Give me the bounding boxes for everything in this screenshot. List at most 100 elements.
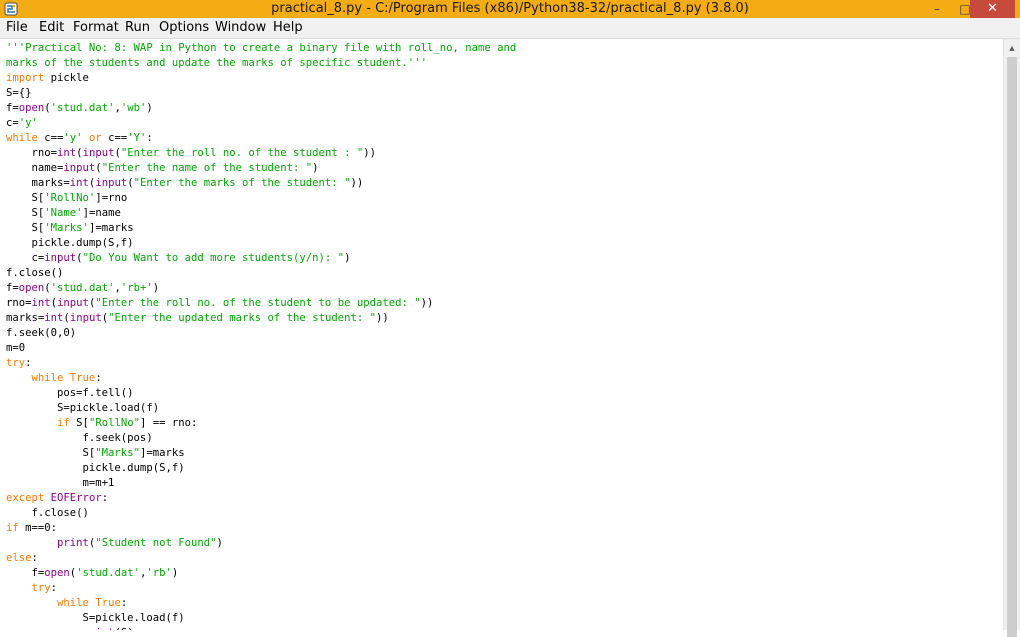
- code-token: f=: [6, 102, 19, 114]
- code-line[interactable]: while True:: [6, 371, 516, 386]
- code-token: S[: [6, 192, 45, 204]
- code-line[interactable]: print("Student not Found"): [6, 536, 516, 551]
- code-line[interactable]: if S["RollNo"] == rno:: [6, 416, 516, 431]
- code-token: S=pickle.load(f): [6, 402, 160, 414]
- code-line[interactable]: name=input("Enter the name of the studen…: [6, 161, 516, 176]
- scroll-up-arrow-icon[interactable]: ▲: [1004, 41, 1020, 55]
- code-line[interactable]: rno=int(input("Enter the roll no. of the…: [6, 296, 516, 311]
- close-button[interactable]: ✕: [970, 0, 1015, 18]
- code-line[interactable]: f=open('stud.dat','wb'): [6, 101, 516, 116]
- code-editor[interactable]: '''Practical No: 8: WAP in Python to cre…: [0, 39, 1003, 630]
- code-line[interactable]: S={}: [6, 86, 516, 101]
- code-token: "Enter the name of the student: ": [101, 162, 313, 174]
- code-line[interactable]: if m==0:: [6, 521, 516, 536]
- code-line[interactable]: pickle.dump(S,f): [6, 461, 516, 476]
- code-line[interactable]: S['Name']=name: [6, 206, 516, 221]
- code-token: "Enter the updated marks of the student:…: [108, 312, 376, 324]
- code-line[interactable]: f.close(): [6, 506, 516, 521]
- code-token: name=: [6, 162, 64, 174]
- code-token: S[: [6, 207, 45, 219]
- code-token: :: [101, 492, 109, 504]
- code-token: 'stud.dat': [50, 102, 115, 114]
- code-line[interactable]: try:: [6, 356, 516, 371]
- code-line[interactable]: while c=='y' or c=='Y':: [6, 131, 516, 146]
- code-token: f=: [6, 567, 45, 579]
- menu-edit[interactable]: Edit: [39, 18, 64, 38]
- code-token: marks=: [6, 312, 45, 324]
- code-token: c=: [6, 252, 45, 264]
- code-token: ): [152, 282, 160, 294]
- code-token: m=0: [6, 342, 26, 354]
- code-line[interactable]: m=m+1: [6, 476, 516, 491]
- code-token: '''Practical No: 8: WAP in Python to cre…: [6, 42, 517, 54]
- code-text[interactable]: '''Practical No: 8: WAP in Python to cre…: [6, 41, 516, 630]
- code-line[interactable]: marks=int(input("Enter the updated marks…: [6, 311, 516, 326]
- code-line[interactable]: S['Marks']=marks: [6, 221, 516, 236]
- code-token: ]=marks: [88, 222, 134, 234]
- code-token: else: [6, 552, 32, 564]
- code-line[interactable]: import pickle: [6, 71, 516, 86]
- code-token: int: [69, 177, 89, 189]
- code-line[interactable]: S['RollNo']=rno: [6, 191, 516, 206]
- code-token: S[: [6, 222, 45, 234]
- code-token: 'Y': [127, 132, 147, 144]
- code-line[interactable]: marks=int(input("Enter the marks of the …: [6, 176, 516, 191]
- code-token: input: [57, 297, 89, 309]
- code-line[interactable]: c=input("Do You Want to add more student…: [6, 251, 516, 266]
- code-token: 'stud.dat': [76, 567, 140, 579]
- code-token: pickle: [44, 72, 89, 84]
- code-token: )): [420, 297, 434, 309]
- code-token: 'y': [18, 117, 38, 129]
- code-token: 'rb': [146, 567, 172, 579]
- menu-help[interactable]: Help: [273, 18, 303, 38]
- code-token: True: [69, 372, 96, 384]
- vertical-scrollbar[interactable]: ▲: [1003, 39, 1020, 637]
- menu-file[interactable]: File: [6, 18, 28, 38]
- code-token: :: [95, 372, 102, 384]
- code-line[interactable]: marks of the students and update the mar…: [6, 56, 516, 71]
- code-line[interactable]: rno=int(input("Enter the roll no. of the…: [6, 146, 516, 161]
- menu-format[interactable]: Format: [73, 18, 119, 38]
- code-token: 'wb': [120, 102, 147, 114]
- code-line[interactable]: S["Marks"]=marks: [6, 446, 516, 461]
- code-token: ): [216, 537, 223, 549]
- code-token: input: [95, 177, 128, 189]
- code-token: or: [88, 132, 102, 144]
- code-token: pos=f.tell(): [6, 387, 134, 399]
- code-token: S[: [69, 417, 89, 429]
- code-line[interactable]: f.seek(0,0): [6, 326, 516, 341]
- code-token: open: [18, 282, 45, 294]
- code-token: marks=: [6, 177, 70, 189]
- code-line[interactable]: else:: [6, 551, 516, 566]
- code-line[interactable]: f=open('stud.dat','rb'): [6, 566, 516, 581]
- code-line[interactable]: f.close(): [6, 266, 516, 281]
- code-line[interactable]: m=0: [6, 341, 516, 356]
- minimize-button[interactable]: –: [924, 0, 950, 18]
- menu-window[interactable]: Window: [215, 18, 266, 38]
- code-token: f.close(): [6, 507, 89, 519]
- code-line[interactable]: try:: [6, 581, 516, 596]
- code-line[interactable]: f.seek(pos): [6, 431, 516, 446]
- code-line[interactable]: except EOFError:: [6, 491, 516, 506]
- menu-bar: File Edit Format Run Options Window Help: [0, 18, 1020, 39]
- code-line[interactable]: '''Practical No: 8: WAP in Python to cre…: [6, 41, 516, 56]
- code-line[interactable]: f=open('stud.dat','rb+'): [6, 281, 516, 296]
- code-token: :: [25, 357, 32, 369]
- code-token: while: [6, 132, 38, 144]
- code-token: if: [6, 522, 19, 534]
- menu-run[interactable]: Run: [125, 18, 150, 38]
- menu-options[interactable]: Options: [159, 18, 209, 38]
- code-token: ): [312, 162, 319, 174]
- scroll-thumb[interactable]: [1007, 57, 1017, 637]
- code-line[interactable]: S=pickle.load(f): [6, 611, 516, 626]
- code-line[interactable]: S=pickle.load(f): [6, 401, 516, 416]
- code-token: S=pickle.load(f): [6, 612, 185, 624]
- code-token: except: [6, 492, 45, 504]
- code-line[interactable]: pos=f.tell(): [6, 386, 516, 401]
- code-line[interactable]: pickle.dump(S,f): [6, 236, 516, 251]
- title-bar[interactable]: practical_8.py - C:/Program Files (x86)/…: [0, 0, 1020, 18]
- code-line[interactable]: while True:: [6, 596, 516, 611]
- code-token: :: [120, 597, 128, 609]
- code-line[interactable]: print(S): [6, 626, 516, 630]
- code-line[interactable]: c='y': [6, 116, 516, 131]
